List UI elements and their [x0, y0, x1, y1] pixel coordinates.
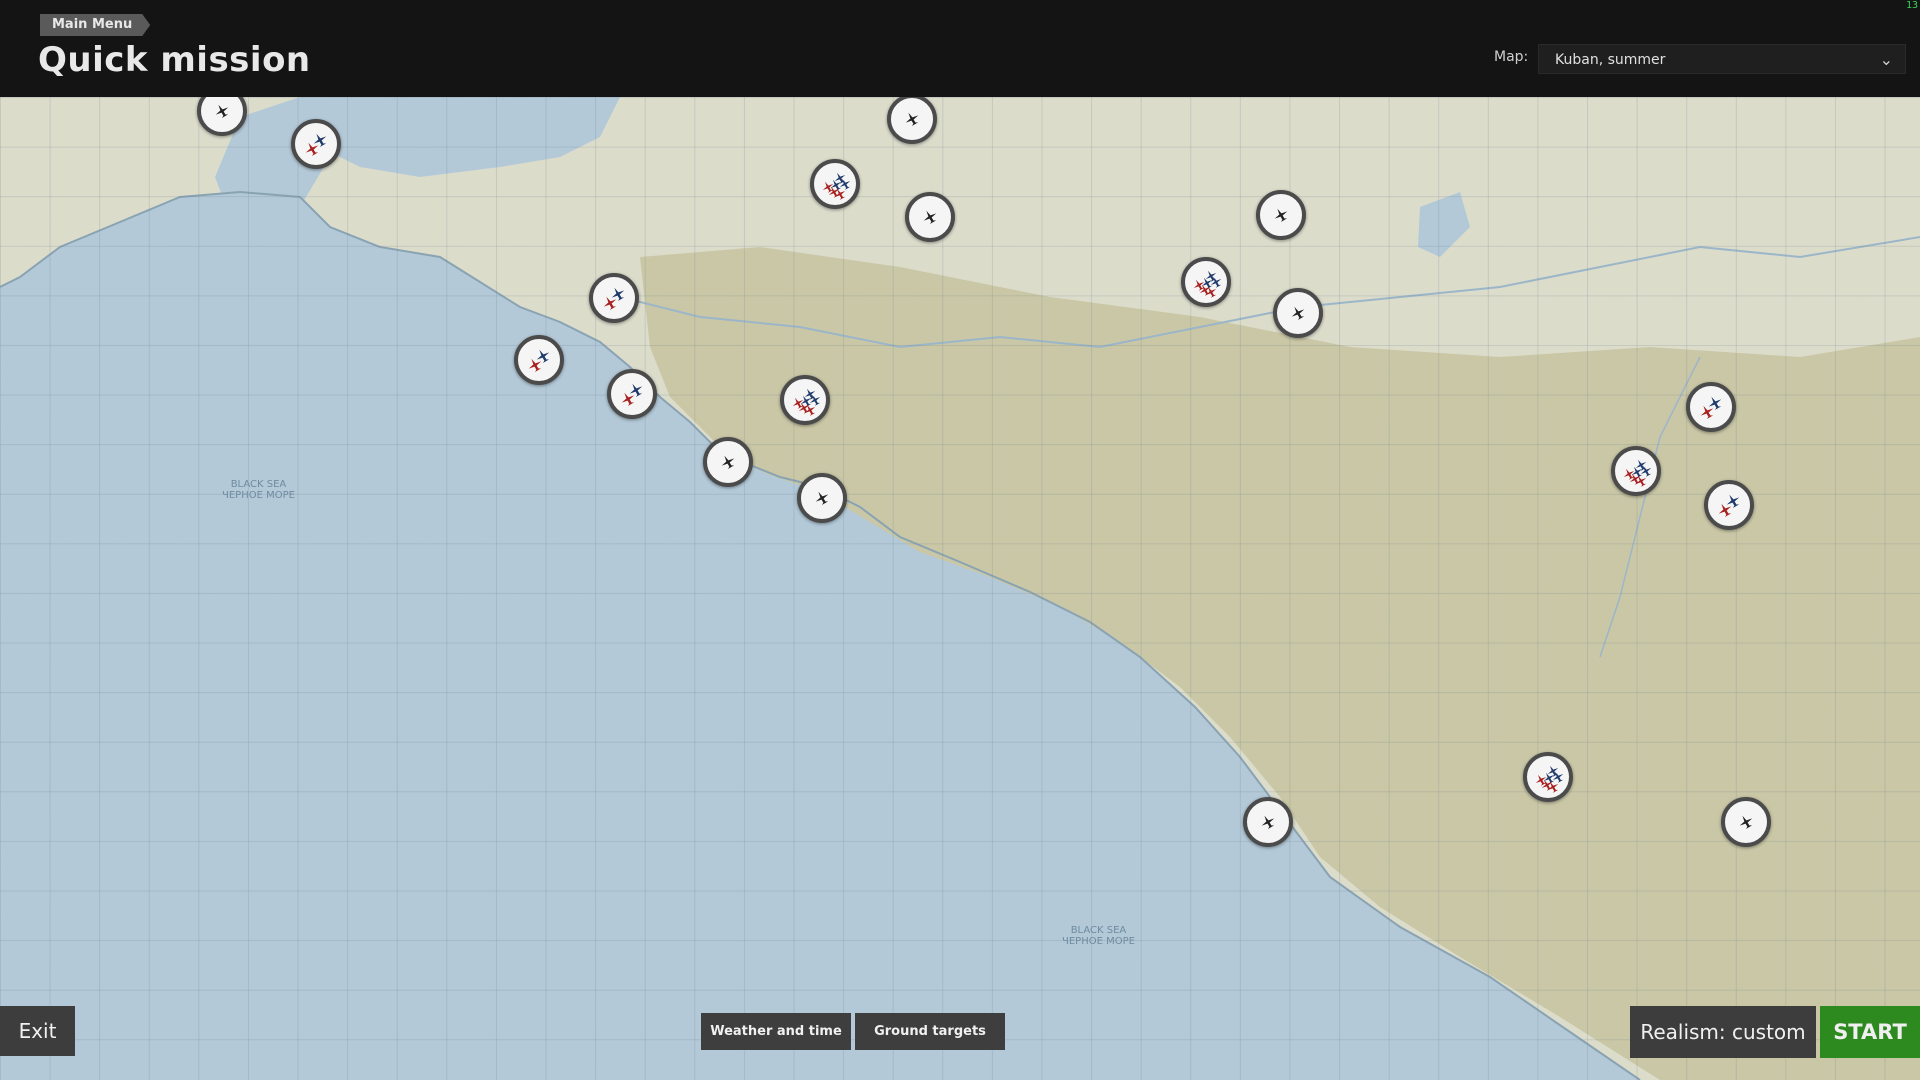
corner-indicator: 13 [1905, 0, 1918, 11]
aircraft-icon [528, 349, 550, 372]
airfield-marker[interactable] [291, 119, 341, 169]
page-title: Quick mission [38, 40, 311, 80]
aircraft-icon [721, 455, 735, 469]
aircraft-icon [1718, 494, 1740, 517]
exit-button[interactable]: Exit [0, 1006, 75, 1056]
mission-map[interactable]: BLACK SEA ЧЕРНОЕ МОРЕ BLACK SEA ЧЕРНОЕ МОР… [0, 97, 1920, 1080]
aircraft-icon [215, 104, 229, 118]
aircraft-icon [1623, 459, 1652, 487]
aircraft-icon [1274, 208, 1288, 222]
ground-targets-button[interactable]: Ground targets [855, 1013, 1005, 1050]
realism-button[interactable]: Realism: custom [1630, 1006, 1816, 1058]
airfield-marker[interactable] [780, 375, 830, 425]
airfield-marker[interactable] [810, 159, 860, 209]
weather-and-time-button[interactable]: Weather and time [701, 1013, 851, 1050]
airfield-marker[interactable] [514, 335, 564, 385]
aircraft-icon [822, 172, 851, 200]
aircraft-icon [905, 112, 919, 126]
map-terrain [0, 97, 1920, 1080]
aircraft-icon [1739, 815, 1753, 829]
airfield-marker[interactable] [797, 473, 847, 523]
chevron-down-icon: ⌄ [1879, 50, 1893, 69]
aircraft-icon [603, 287, 625, 310]
airfield-marker[interactable] [1273, 288, 1323, 338]
airfield-marker[interactable] [1243, 797, 1293, 847]
airfield-marker[interactable] [1256, 190, 1306, 240]
airfield-marker[interactable] [1704, 480, 1754, 530]
header-bar: Main Menu Quick mission Map: Kuban, summ… [0, 0, 1920, 97]
map-select[interactable]: Kuban, summer ⌄ [1538, 44, 1906, 74]
aircraft-icon [923, 210, 937, 224]
start-button[interactable]: START [1820, 1006, 1920, 1058]
aircraft-icon [1193, 270, 1222, 298]
map-label: Map: [1494, 49, 1529, 65]
airfield-marker[interactable] [589, 273, 639, 323]
aircraft-icon [1261, 815, 1275, 829]
aircraft-icon [1535, 765, 1564, 793]
sea-label-north: BLACK SEA ЧЕРНОЕ МОРЕ [222, 479, 295, 501]
map-select-value: Kuban, summer [1555, 52, 1666, 68]
airfield-marker[interactable] [607, 369, 657, 419]
sea-label-south: BLACK SEA ЧЕРНОЕ МОРЕ [1062, 925, 1135, 947]
airfield-marker[interactable] [1686, 382, 1736, 432]
aircraft-icon [305, 133, 327, 156]
airfield-marker[interactable] [1523, 752, 1573, 802]
highland-area [640, 247, 1920, 1080]
aircraft-icon [1291, 306, 1305, 320]
airfield-marker[interactable] [1611, 446, 1661, 496]
aircraft-icon [792, 388, 821, 416]
breadcrumb-main-menu[interactable]: Main Menu [40, 14, 150, 36]
airfield-marker[interactable] [703, 437, 753, 487]
aircraft-icon [815, 491, 829, 505]
aircraft-icon [1700, 396, 1722, 419]
airfield-marker[interactable] [905, 192, 955, 242]
airfield-marker[interactable] [1721, 797, 1771, 847]
aircraft-icon [621, 383, 643, 406]
airfield-marker[interactable] [1181, 257, 1231, 307]
